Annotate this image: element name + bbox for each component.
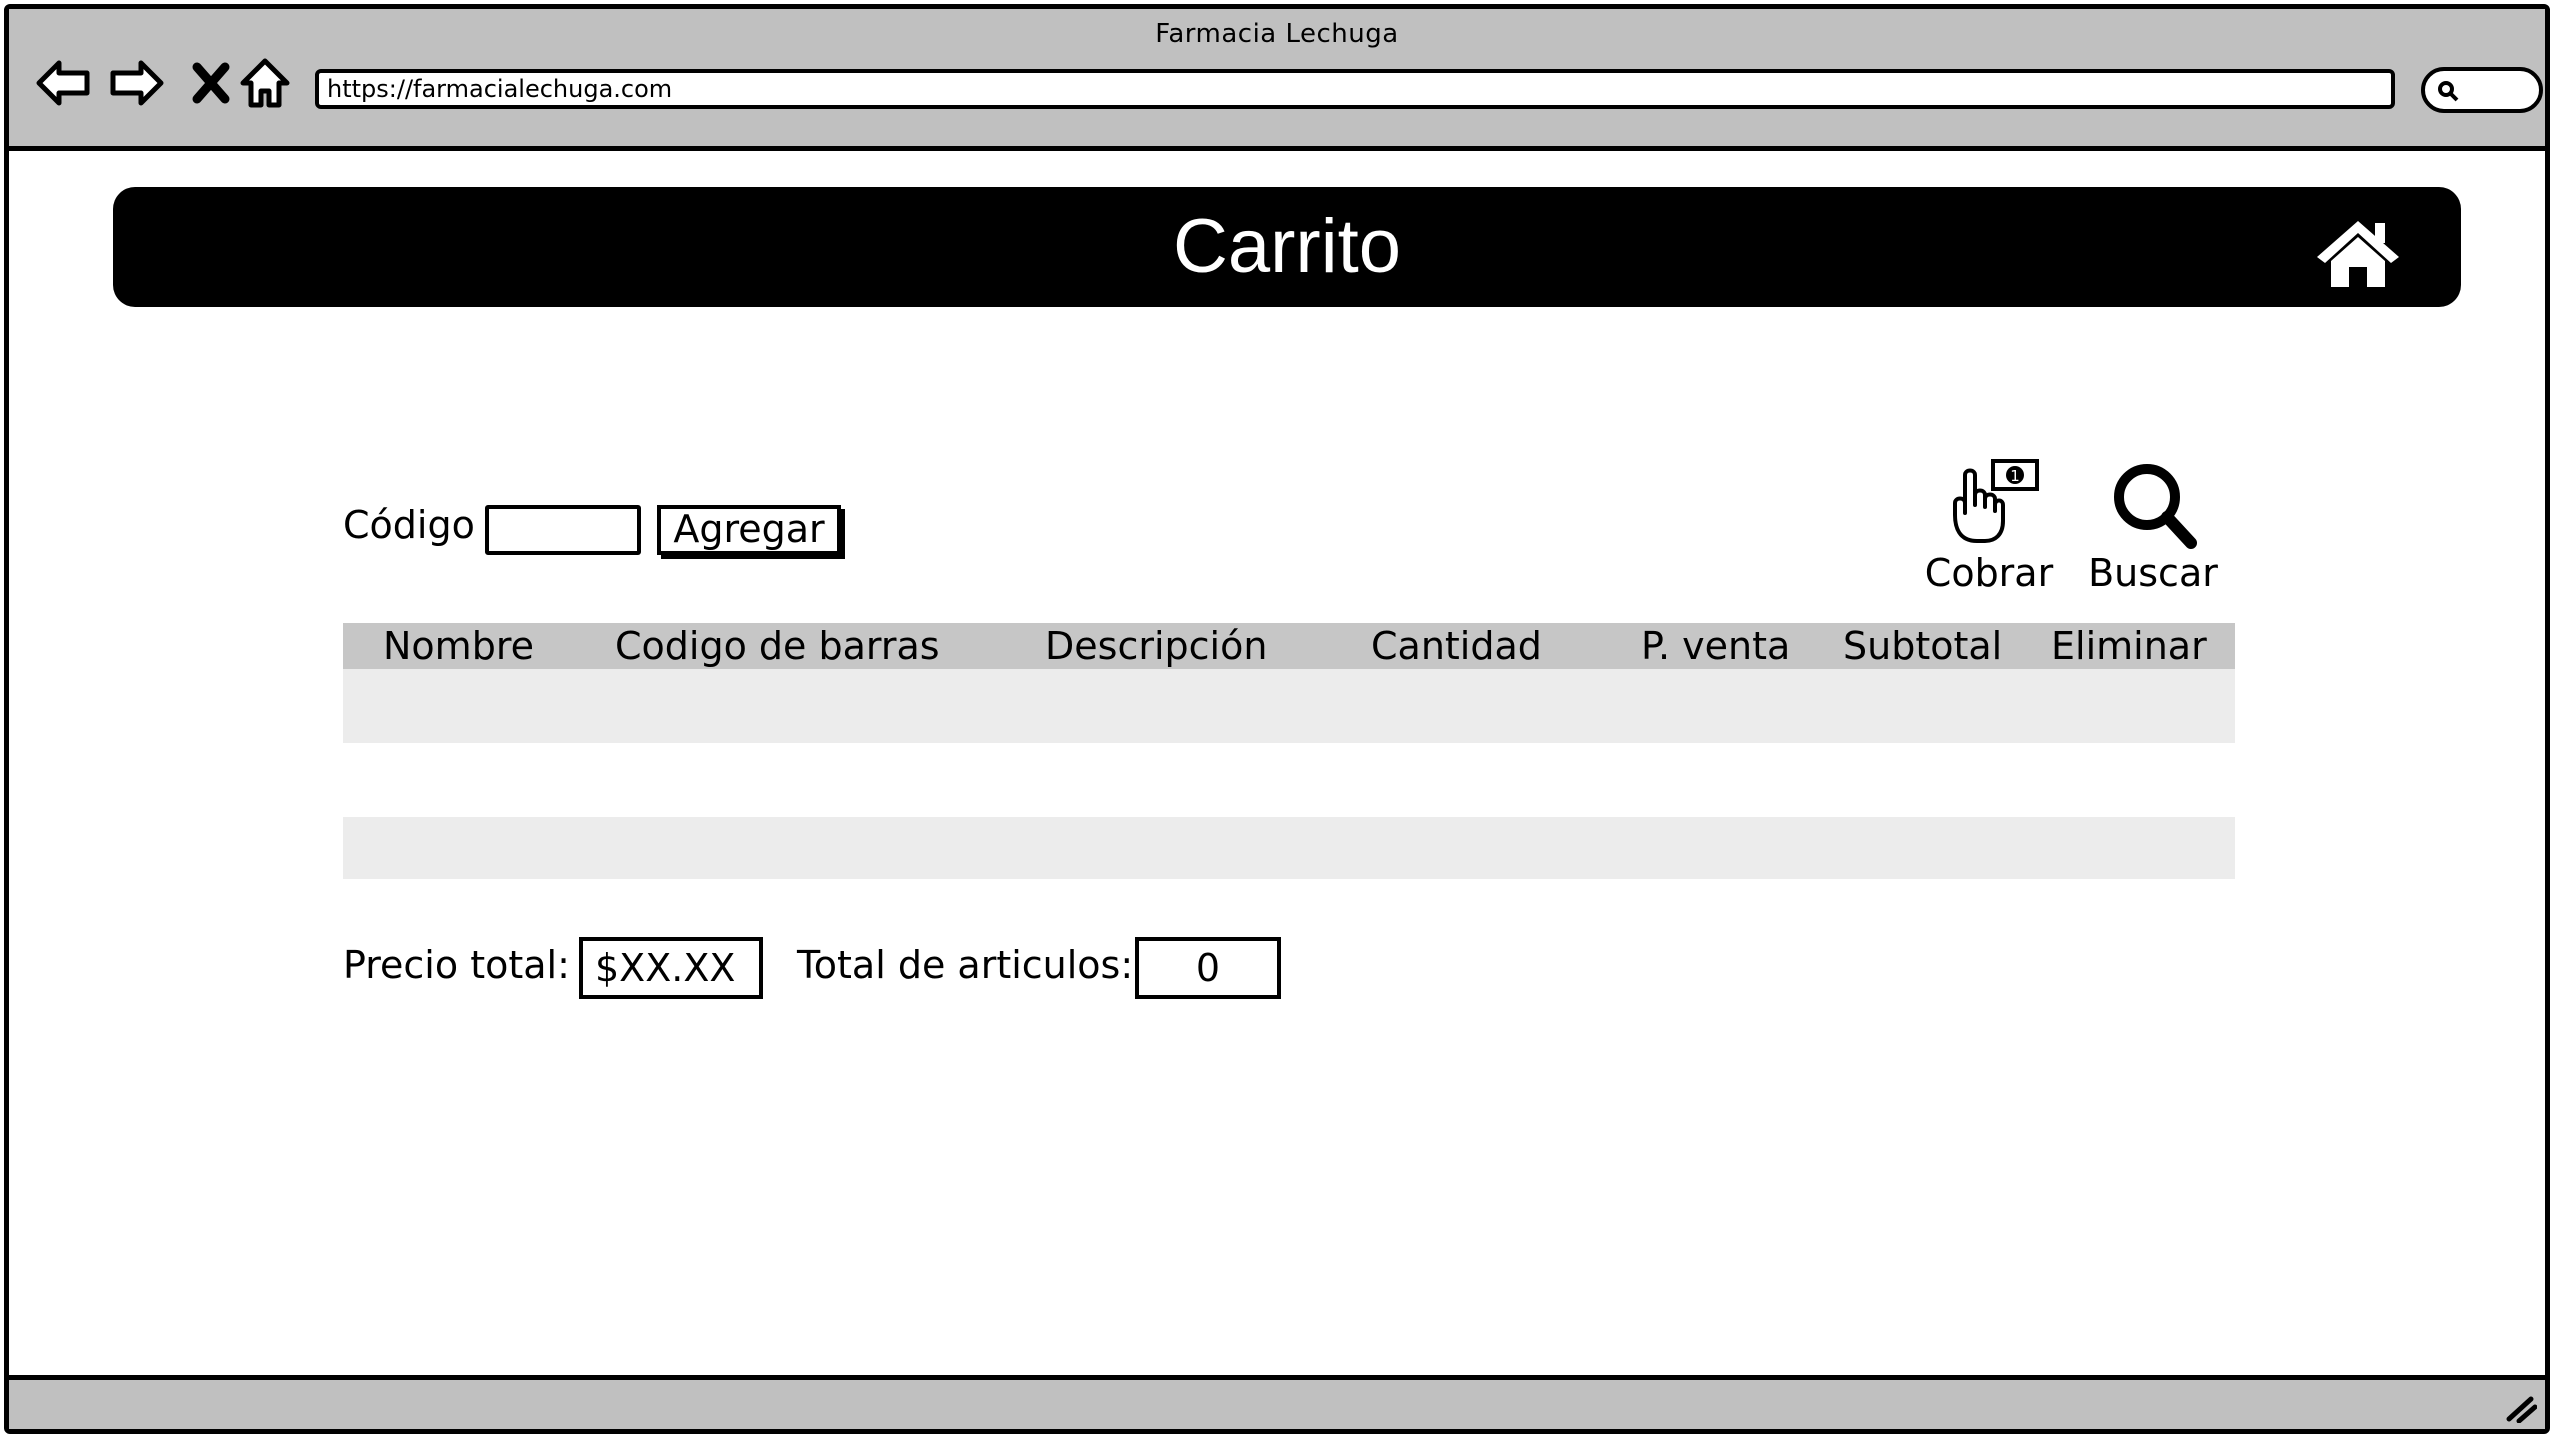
column-header-nombre: Nombre	[383, 624, 534, 668]
browser-titlebar: Farmacia Lechuga https://farmacialechuga…	[9, 9, 2545, 151]
header-bar: Carrito	[113, 187, 2461, 307]
codigo-input[interactable]	[485, 505, 641, 555]
page-title: Carrito	[1172, 204, 1402, 289]
column-header-p-venta: P. venta	[1641, 624, 1791, 668]
cobrar-label: Cobrar	[1924, 551, 2054, 595]
table-row	[343, 743, 2235, 817]
browser-search-field[interactable]	[2421, 67, 2543, 113]
home-outline-icon[interactable]	[235, 53, 295, 113]
close-x-icon[interactable]	[181, 53, 241, 113]
search-icon	[2114, 464, 2197, 549]
hand-money-icon: 1	[1953, 459, 2039, 543]
buscar-label: Buscar	[2088, 551, 2218, 595]
home-icon[interactable]	[2313, 217, 2403, 289]
resize-grip-icon[interactable]	[2503, 1389, 2537, 1423]
codigo-label: Código	[343, 503, 475, 547]
column-header-eliminar: Eliminar	[2051, 624, 2207, 668]
column-header-descripcion: Descripción	[1045, 624, 1268, 668]
buscar-button[interactable]: Buscar	[2083, 455, 2223, 595]
magnifier-icon	[2438, 81, 2459, 102]
precio-total-label: Precio total:	[343, 943, 570, 987]
browser-window: Farmacia Lechuga https://farmacialechuga…	[4, 4, 2550, 1434]
precio-total-value: $XX.XX	[579, 937, 763, 999]
browser-statusbar	[9, 1375, 2545, 1429]
window-title: Farmacia Lechuga	[1155, 19, 1399, 49]
column-header-codigo-barras: Codigo de barras	[615, 624, 940, 668]
column-header-subtotal: Subtotal	[1843, 624, 2003, 668]
svg-text:1: 1	[2010, 467, 2020, 485]
back-arrow-icon[interactable]	[33, 53, 93, 113]
column-header-cantidad: Cantidad	[1371, 624, 1542, 668]
total-articulos-label: Total de articulos:	[797, 943, 1134, 987]
address-bar[interactable]: https://farmacialechuga.com	[315, 69, 2395, 109]
cobrar-button[interactable]: 1 Cobrar	[1921, 455, 2057, 595]
table-header: Nombre Codigo de barras Descripción Cant…	[343, 623, 2235, 669]
table-row	[343, 817, 2235, 879]
table-row	[343, 669, 2235, 743]
agregar-button[interactable]: Agregar	[657, 505, 841, 555]
total-articulos-value: 0	[1135, 937, 1281, 999]
forward-arrow-icon[interactable]	[107, 53, 167, 113]
